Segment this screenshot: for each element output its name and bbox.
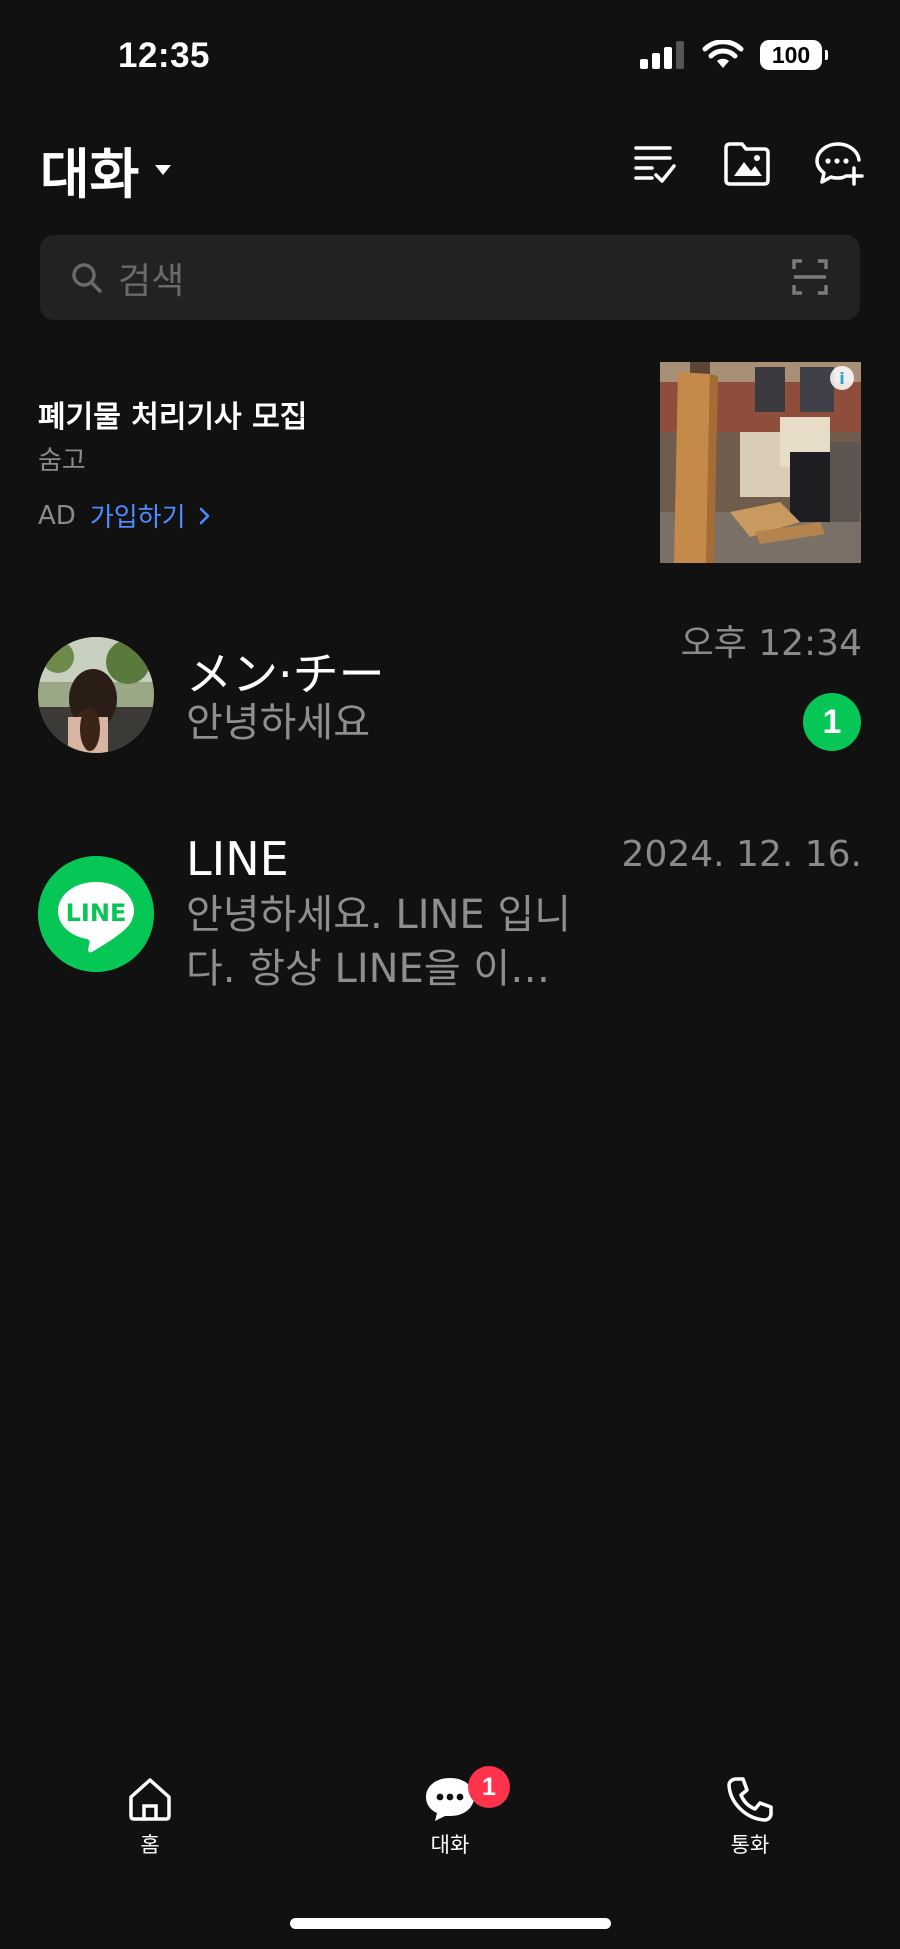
wifi-icon [702, 40, 744, 68]
ad-image[interactable]: i [660, 362, 861, 563]
profile-photo [38, 637, 154, 753]
phone-icon [727, 1777, 773, 1822]
chat-list-item[interactable]: メン·チー 안녕하세요 오후 12:34 1 [0, 600, 900, 780]
cellular-signal-icon [640, 41, 684, 69]
caret-down-icon [155, 164, 172, 175]
ad-advertiser: 숨고 [38, 446, 86, 476]
svg-text:i: i [839, 369, 844, 388]
ad-signup-label: 가입하기 [89, 503, 186, 533]
battery-indicator: 100 [760, 40, 828, 70]
nav-home[interactable]: 홈 [90, 1775, 210, 1859]
chat-last-message-line2: 다. 항상 LINE을 이… [186, 946, 551, 992]
search-icon [72, 262, 102, 293]
line-logo-icon: LINE [38, 856, 154, 972]
chat-name: メン·チー [186, 647, 385, 701]
chat-timestamp: 오후 12:34 [680, 623, 862, 664]
avatar: LINE [38, 856, 154, 972]
nav-chats-badge-count: 1 [482, 1772, 496, 1801]
ad-cta-row: AD 가입하기 [38, 497, 212, 534]
chat-timestamp: 2024. 12. 16. [621, 834, 862, 875]
ad-furniture-photo: i [660, 362, 861, 563]
media-folder-icon[interactable] [722, 138, 772, 188]
avatar [38, 637, 154, 753]
unread-badge: 1 [803, 693, 861, 751]
edit-list-icon[interactable] [630, 138, 680, 188]
chat-name: LINE [186, 832, 289, 886]
nav-chats-badge: 1 [468, 1766, 510, 1808]
search-input[interactable]: 검색 [118, 252, 184, 304]
line-logo-text: LINE [66, 899, 127, 927]
home-icon [129, 1778, 171, 1821]
nav-home-label: 홈 [140, 1833, 160, 1857]
chat-filter-dropdown[interactable]: 대화 [40, 130, 173, 209]
new-chat-icon[interactable] [814, 138, 864, 188]
chat-list-item[interactable]: LINE LINE 안녕하세요. LINE 입니 다. 항상 LINE을 이… … [0, 820, 900, 1010]
search-bar[interactable]: 검색 [40, 235, 860, 320]
page-title: 대화 [40, 143, 140, 206]
chat-last-message: 안녕하세요 [186, 700, 370, 746]
header-actions [630, 138, 864, 188]
ad-label: AD [38, 500, 76, 531]
chevron-right-icon [199, 507, 210, 525]
home-indicator[interactable] [290, 1918, 611, 1929]
nav-calls-label: 통화 [730, 1833, 770, 1857]
status-indicators: 100 [640, 40, 828, 70]
nav-chats-label: 대화 [430, 1833, 470, 1857]
chat-last-message-line1: 안녕하세요. LINE 입니 [186, 892, 572, 938]
scan-qr-icon[interactable] [792, 259, 828, 295]
ad-title[interactable]: 폐기물 처리기사 모집 [38, 392, 307, 436]
ad-signup-link[interactable]: 가입하기 [90, 497, 212, 534]
nav-calls[interactable]: 통화 [690, 1775, 810, 1859]
unread-count: 1 [822, 702, 842, 741]
battery-level: 100 [771, 41, 811, 68]
status-time: 12:35 [118, 36, 211, 75]
